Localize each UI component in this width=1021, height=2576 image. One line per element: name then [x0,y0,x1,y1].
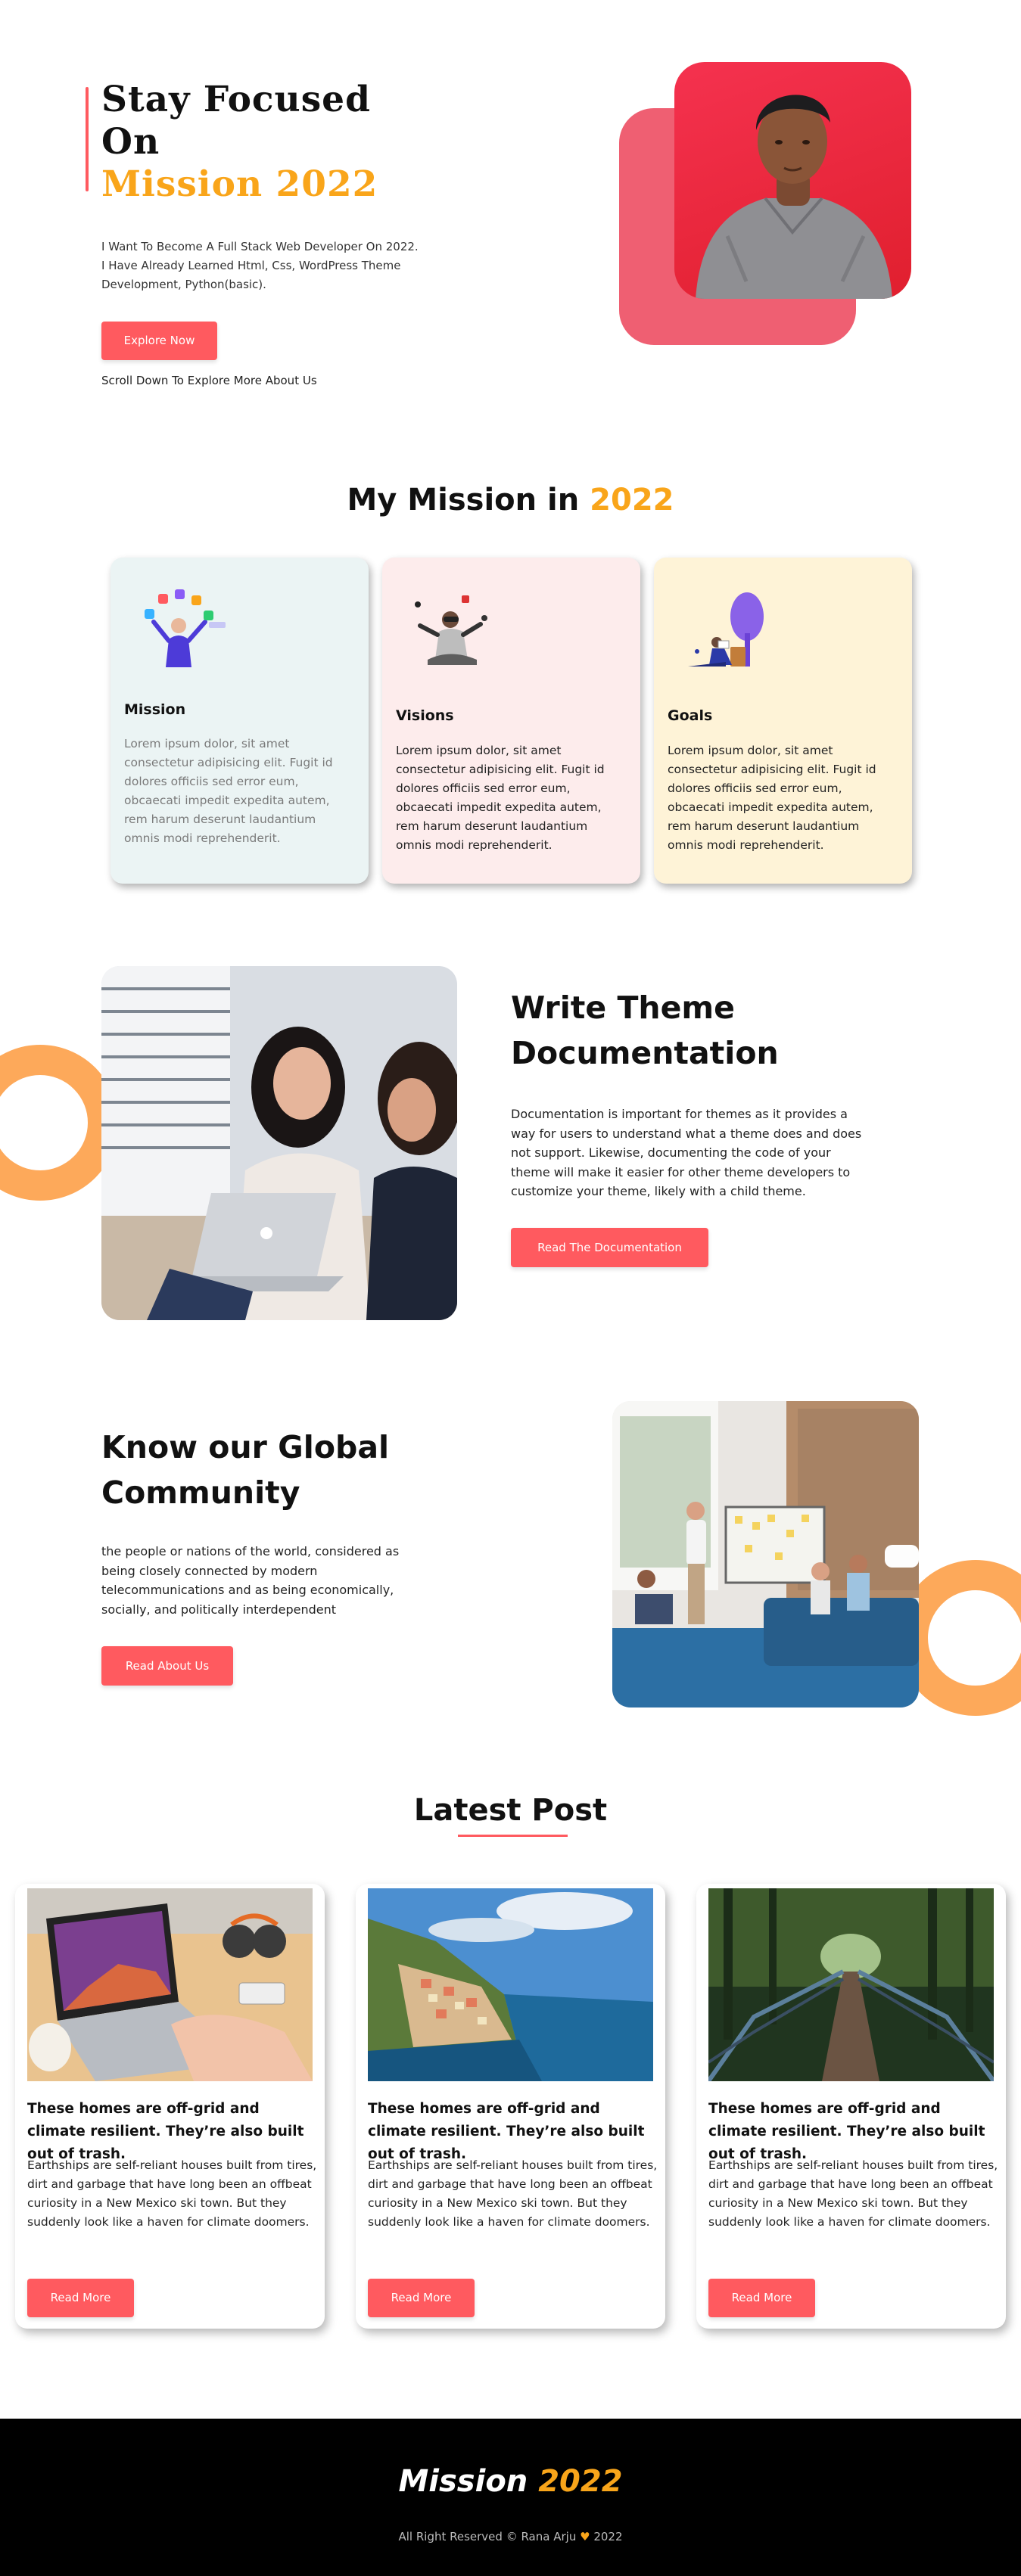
read-more-button[interactable]: Read More [708,2279,815,2317]
post-thumbnail-forest-bridge [708,1888,994,2081]
read-more-button[interactable]: Read More [27,2279,134,2317]
mission-title-prefix: My Mission in [347,483,590,517]
heart-icon: ♥ [580,2530,590,2543]
read-more-button[interactable]: Read More [368,2279,475,2317]
copyright-year: 2022 [590,2530,623,2543]
hero-description: I Want To Become A Full Stack Web Develo… [101,240,419,291]
copyright-text: All Right Reserved © Rana Arju [398,2530,581,2543]
hero-title: Stay Focused On Mission 2022 [101,79,378,206]
hero-title-line2: On [101,121,160,163]
goals-card-title: Goals [668,707,713,724]
hero-title-line3: Mission 2022 [101,163,378,205]
post-card: These homes are off-grid and climate res… [696,1884,1006,2329]
footer-brand-year: 2022 [538,2464,623,2499]
post-card: These homes are off-grid and climate res… [356,1884,665,2329]
latest-post-underline [458,1835,568,1837]
post-excerpt: Earthships are self-reliant houses built… [27,2158,317,2229]
post-excerpt: Earthships are self-reliant houses built… [708,2158,998,2229]
post-thumbnail-coastal-town [368,1888,653,2081]
hero-profile-photo [674,62,911,299]
footer-copyright: All Right Reserved © Rana Arju ♥ 2022 [0,2530,1021,2543]
documentation-title: Write Theme Documentation [511,990,779,1071]
documentation-description: Documentation is important for themes as… [511,1107,862,1198]
mission-card-title: Mission [124,701,186,718]
footer-brand-word: Mission [398,2464,539,2499]
scroll-hint: Scroll Down To Explore More About Us [101,374,317,387]
mission-card: Mission Lorem ipsum dolor, sit amet cons… [111,558,369,884]
goals-card-text: Lorem ipsum dolor, sit amet consectetur … [668,744,876,852]
vision-card-title: Visions [396,707,454,724]
read-about-us-button[interactable]: Read About Us [101,1646,233,1686]
post-card: These homes are off-grid and climate res… [15,1884,325,2329]
hero-title-line1: Stay Focused [101,79,371,120]
tree-reading-illustration-icon [680,588,779,671]
hero-accent-bar [86,87,89,191]
juggling-apps-illustration-icon [137,588,235,671]
vision-card-text: Lorem ipsum dolor, sit amet consectetur … [396,744,605,852]
post-thumbnail-laptop [27,1888,313,2081]
decorative-ring-left [0,1045,118,1201]
footer: Mission 2022 All Right Reserved © Rana A… [0,2419,1021,2576]
community-description: the people or nations of the world, cons… [101,1544,400,1617]
read-documentation-button[interactable]: Read The Documentation [511,1228,708,1267]
vision-card: Visions Lorem ipsum dolor, sit amet cons… [382,558,640,884]
mission-title-year: 2022 [590,483,674,517]
community-title: Know our Global Community [101,1429,390,1511]
latest-post-title: Latest Post [413,1793,608,1828]
vr-meditation-illustration-icon [409,588,507,671]
mission-card-text: Lorem ipsum dolor, sit amet consectetur … [124,737,333,845]
post-excerpt: Earthships are self-reliant houses built… [368,2158,658,2229]
documentation-photo [101,966,457,1320]
explore-now-button[interactable]: Explore Now [101,322,217,360]
footer-brand: Mission 2022 [0,2464,1021,2499]
community-photo [612,1401,919,1707]
mission-section-title: My Mission in 2022 [0,483,1021,517]
goals-card: Goals Lorem ipsum dolor, sit amet consec… [654,558,912,884]
